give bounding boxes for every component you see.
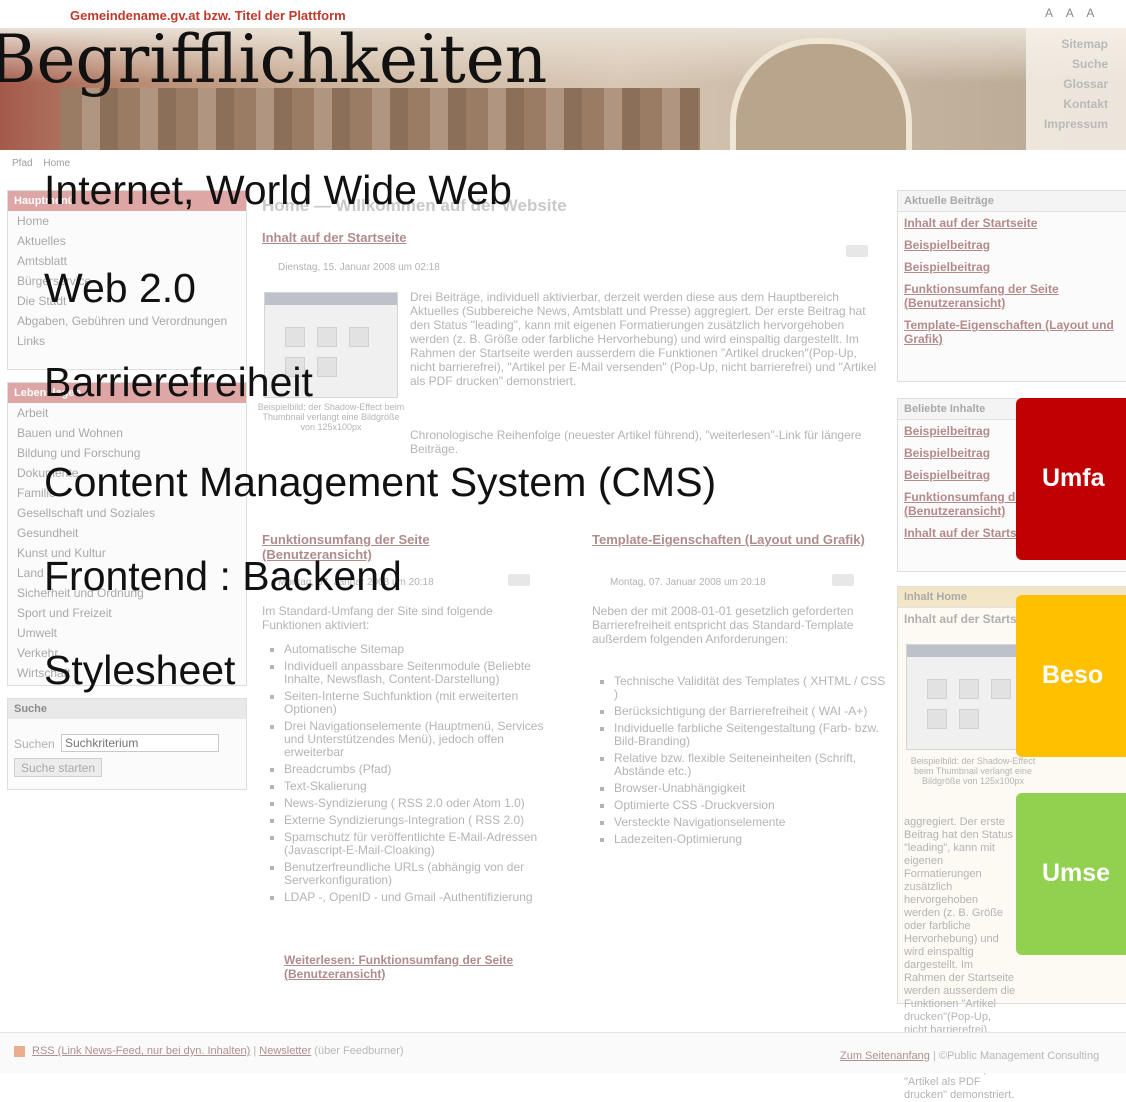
footer-right: Zum Seitenanfang | ©Public Management Co…	[840, 1050, 1099, 1062]
read-more-link[interactable]: Weiterlesen: Funktionsumfang der Seite (…	[284, 953, 524, 981]
recent-posts-header: Aktuelle Beiträge	[898, 191, 1126, 212]
term-web-2-0: Web 2.0	[44, 265, 196, 311]
recent-post-link[interactable]: Beispielbeitrag	[898, 256, 1126, 278]
article-template-title[interactable]: Template-Eigenschaften (Layout und Grafi…	[592, 532, 872, 547]
footer-left: RSS (Link News-Feed, nur bei dyn. Inhalt…	[32, 1045, 404, 1057]
list-item: Text-Skalierung	[284, 780, 558, 793]
tile-umfang[interactable]: Umfa	[1016, 398, 1126, 560]
lead-article-title[interactable]: Inhalt auf der Startseite	[262, 230, 406, 245]
print-icon[interactable]	[846, 245, 868, 257]
nav-item-links[interactable]: Links	[8, 331, 246, 351]
font-size-small-icon[interactable]: A	[1045, 6, 1053, 20]
term-barrierefreiheit: Barrierefreiheit	[44, 359, 313, 405]
life-item-gesundheit[interactable]: Gesundheit	[8, 523, 246, 543]
term-cms: Content Management System (CMS)	[44, 459, 717, 505]
newsletter-link[interactable]: Newsletter	[259, 1045, 311, 1057]
list-item: LDAP -, OpenID - und Gmail -Authentifizi…	[284, 891, 558, 904]
top-link-glossar[interactable]: Glossar	[1044, 74, 1108, 94]
tile-umsetzung-label: Umse	[1042, 859, 1111, 887]
list-item: Browser-Unabhängigkeit	[614, 782, 888, 795]
rss-link[interactable]: RSS (Link News-Feed, nur bei dyn. Inhalt…	[32, 1045, 250, 1057]
search-input[interactable]	[61, 734, 219, 752]
list-item: Breadcrumbs (Pfad)	[284, 763, 558, 776]
tile-umfang-label: Umfa	[1042, 464, 1105, 492]
lead-article-caption: Beispielbild: der Shadow-Effect beim Thu…	[257, 402, 405, 432]
life-item-bauen[interactable]: Bauen und Wohnen	[8, 423, 246, 443]
search-header: Suche	[8, 699, 246, 719]
home-content-caption: Beispielbild: der Shadow-Effect beim Thu…	[910, 756, 1036, 786]
life-item-umwelt[interactable]: Umwelt	[8, 623, 246, 643]
top-link-impressum[interactable]: Impressum	[1044, 114, 1108, 134]
life-situations-menu: Lebenslagen Arbeit Bauen und Wohnen Bild…	[7, 382, 247, 686]
list-item: Seiten-Interne Suchfunktion (mit erweite…	[284, 690, 558, 716]
list-item: Individuell anpassbare Seitenmodule (Bel…	[284, 660, 558, 686]
list-item: Ladezeiten-Optimierung	[614, 833, 888, 846]
top-links: Sitemap Suche Glossar Kontakt Impressum	[1044, 34, 1108, 134]
rss-icon[interactable]	[14, 1046, 25, 1057]
top-link-suche[interactable]: Suche	[1044, 54, 1108, 74]
life-item-sport[interactable]: Sport und Freizeit	[8, 603, 246, 623]
font-size-large-icon[interactable]: A	[1086, 6, 1094, 20]
article-template-list: Technische Validität des Templates ( XHT…	[596, 675, 888, 850]
lead-article-text-2: Chronologische Reihenfolge (neuester Art…	[410, 428, 862, 456]
list-item: Versteckte Navigationselemente	[614, 816, 888, 829]
list-item: Optimierte CSS -Druckversion	[614, 799, 888, 812]
breadcrumb-label: Pfad	[12, 158, 33, 169]
tile-besonderheiten-label: Beso	[1042, 661, 1104, 689]
list-item: Individuelle farbliche Seitengestaltung …	[614, 722, 888, 748]
search-button[interactable]: Suche starten	[14, 758, 103, 777]
background-website: Gemeindename.gv.at bzw. Titel der Plattf…	[0, 0, 1126, 1101]
footer-separator: |	[250, 1045, 260, 1057]
list-item: Technische Validität des Templates ( XHT…	[614, 675, 888, 701]
article-template-date: Montag, 07. Januar 2008 um 20:18	[610, 577, 766, 588]
search-label: Suchen	[14, 737, 55, 751]
font-size-medium-icon[interactable]: A	[1066, 6, 1074, 20]
top-link-sitemap[interactable]: Sitemap	[1044, 34, 1108, 54]
lead-article-text: Drei Beiträge, individuell aktivierbar, …	[410, 290, 877, 388]
life-item-gesellschaft[interactable]: Gesellschaft und Soziales	[8, 503, 246, 523]
tile-besonderheiten[interactable]: Beso	[1016, 595, 1126, 757]
recent-post-link[interactable]: Template-Eigenschaften (Layout und Grafi…	[898, 314, 1126, 350]
term-internet: Internet, World Wide Web	[44, 167, 512, 213]
list-item: Spamschutz für veröffentlichte E-Mail-Ad…	[284, 831, 558, 857]
print-icon-right[interactable]	[832, 574, 854, 586]
slide-title: Begrifflichkeiten	[0, 21, 548, 98]
recent-post-link[interactable]: Inhalt auf der Startseite	[898, 212, 1126, 234]
life-item-arbeit[interactable]: Arbeit	[8, 403, 246, 423]
list-item: Benutzerfreundliche URLs (abhängig von d…	[284, 861, 558, 887]
article-funktionsumfang-intro: Im Standard-Umfang der Site sind folgend…	[262, 604, 493, 632]
nav-item-aktuelles[interactable]: Aktuelles	[8, 231, 246, 251]
term-stylesheet: Stylesheet	[44, 647, 236, 693]
recent-posts-box: Aktuelle Beiträge Inhalt auf der Startse…	[897, 190, 1126, 382]
article-template-intro: Neben der mit 2008-01-01 gesetzlich gefo…	[592, 604, 854, 646]
nav-item-home[interactable]: Home	[8, 211, 246, 231]
top-link-kontakt[interactable]: Kontakt	[1044, 94, 1108, 114]
recent-post-link[interactable]: Funktionsumfang der Seite (Benutzeransic…	[898, 278, 1126, 314]
term-frontend-backend: Frontend : Backend	[44, 553, 402, 599]
list-item: News-Syndizierung ( RSS 2.0 oder Atom 1.…	[284, 797, 558, 810]
list-item: Berücksichtigung der Barrierefreiheit ( …	[614, 705, 888, 718]
copyright-text: | ©Public Management Consulting	[929, 1050, 1100, 1062]
back-to-top-link[interactable]: Zum Seitenanfang	[840, 1050, 930, 1062]
list-item: Drei Navigationselemente (Hauptmenü, Ser…	[284, 720, 558, 759]
print-icon-left[interactable]	[508, 574, 530, 586]
text-size-controls: A A A	[1045, 6, 1104, 20]
recent-post-link[interactable]: Beispielbeitrag	[898, 234, 1126, 256]
tile-umsetzung[interactable]: Umse	[1016, 793, 1126, 955]
lead-article-date: Dienstag, 15. Januar 2008 um 02:18	[278, 262, 440, 273]
nav-item-abgaben[interactable]: Abgaben, Gebühren und Verordnungen	[8, 311, 246, 331]
list-item: Automatische Sitemap	[284, 643, 558, 656]
article-funktionsumfang-list: Automatische Sitemap Individuell anpassb…	[266, 643, 558, 908]
list-item: Relative bzw. flexible Seiteneinheiten (…	[614, 752, 888, 778]
newsletter-note: (über Feedburner)	[311, 1045, 404, 1057]
list-item: Externe Syndizierungs-Integration ( RSS …	[284, 814, 558, 827]
